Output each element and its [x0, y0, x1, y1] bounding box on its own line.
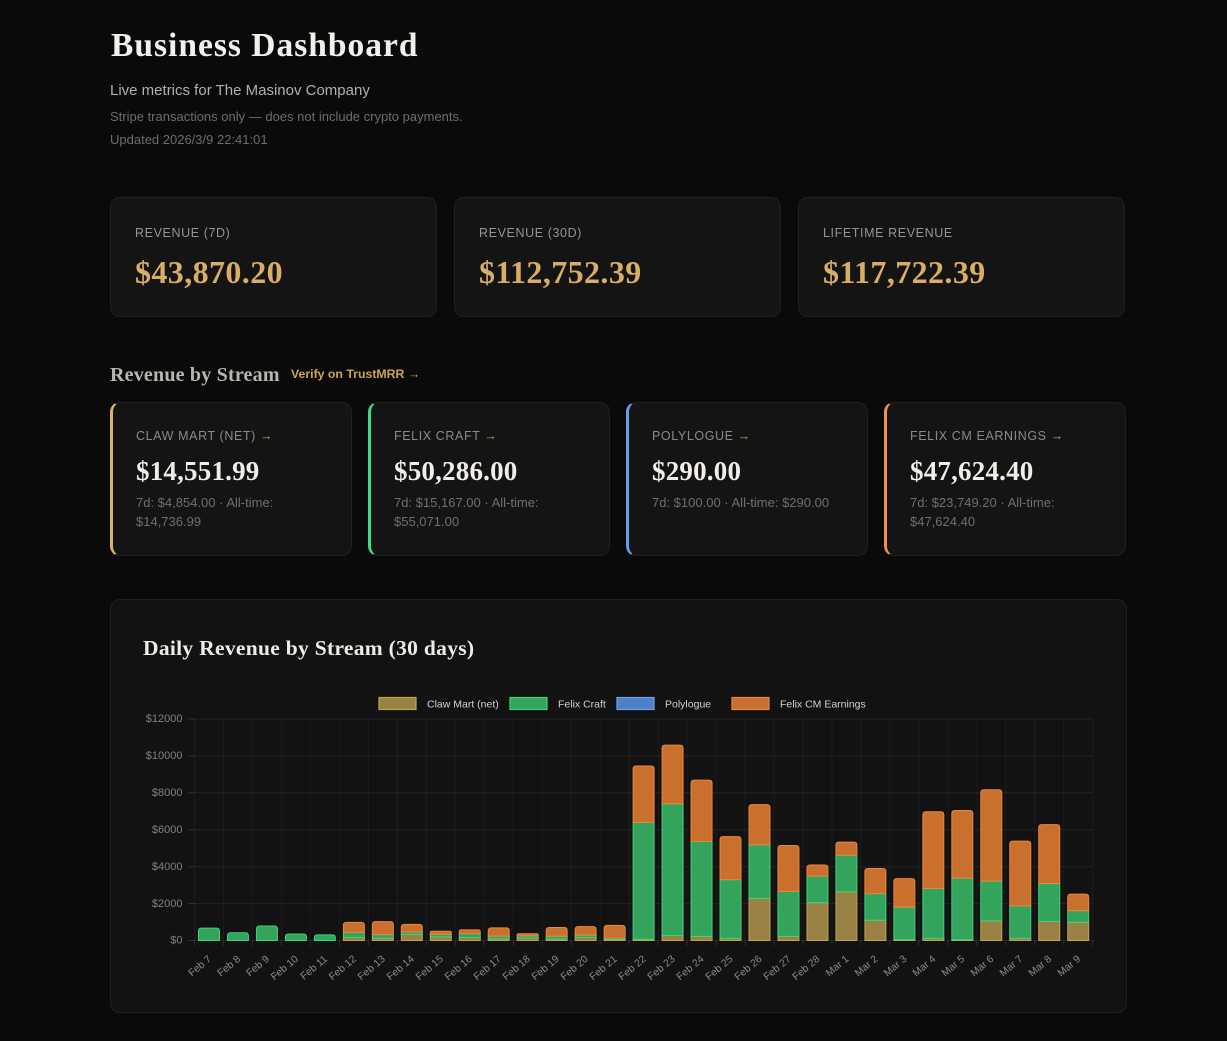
- svg-text:Feb 20: Feb 20: [559, 954, 591, 983]
- svg-text:Mar 8: Mar 8: [1027, 954, 1054, 980]
- svg-text:$10000: $10000: [146, 750, 183, 762]
- svg-text:Feb 9: Feb 9: [245, 954, 272, 980]
- svg-text:Felix CM Earnings: Felix CM Earnings: [780, 698, 866, 710]
- svg-text:Feb 8: Feb 8: [216, 954, 243, 980]
- svg-text:Felix Craft: Felix Craft: [558, 698, 606, 710]
- svg-text:Mar 1: Mar 1: [824, 954, 851, 980]
- svg-text:Mar 4: Mar 4: [911, 954, 938, 980]
- svg-text:Feb 10: Feb 10: [269, 954, 301, 983]
- svg-text:Feb 19: Feb 19: [530, 954, 562, 983]
- svg-text:$2000: $2000: [152, 898, 183, 910]
- svg-text:Feb 24: Feb 24: [675, 954, 707, 983]
- svg-text:Feb 28: Feb 28: [791, 954, 823, 983]
- svg-text:Feb 18: Feb 18: [501, 954, 533, 983]
- svg-text:Feb 23: Feb 23: [646, 954, 678, 983]
- svg-text:Feb 26: Feb 26: [733, 954, 765, 983]
- svg-text:Feb 15: Feb 15: [414, 954, 446, 983]
- svg-text:Feb 16: Feb 16: [443, 954, 475, 983]
- svg-text:Mar 6: Mar 6: [969, 954, 996, 980]
- svg-text:$12000: $12000: [146, 713, 183, 725]
- svg-text:Claw Mart (net): Claw Mart (net): [427, 698, 499, 710]
- svg-text:Feb 21: Feb 21: [588, 954, 620, 983]
- svg-text:Polylogue: Polylogue: [665, 698, 711, 710]
- svg-text:Feb 27: Feb 27: [762, 954, 794, 983]
- svg-text:Feb 17: Feb 17: [472, 954, 504, 983]
- svg-text:Mar 2: Mar 2: [853, 954, 880, 980]
- svg-text:Mar 7: Mar 7: [998, 954, 1025, 980]
- svg-text:$0: $0: [170, 935, 182, 947]
- svg-text:Feb 12: Feb 12: [327, 954, 359, 983]
- svg-text:Feb 22: Feb 22: [617, 954, 649, 983]
- svg-text:Feb 7: Feb 7: [187, 954, 214, 980]
- svg-text:Feb 14: Feb 14: [385, 954, 417, 983]
- svg-text:Feb 25: Feb 25: [704, 954, 736, 983]
- svg-text:Mar 3: Mar 3: [882, 954, 909, 980]
- svg-text:Feb 13: Feb 13: [356, 954, 388, 983]
- svg-text:Feb 11: Feb 11: [299, 954, 330, 983]
- svg-text:Mar 9: Mar 9: [1056, 954, 1083, 980]
- svg-text:$8000: $8000: [152, 787, 183, 799]
- svg-text:$4000: $4000: [152, 861, 183, 873]
- svg-text:$6000: $6000: [152, 824, 183, 836]
- svg-text:Mar 5: Mar 5: [940, 954, 967, 980]
